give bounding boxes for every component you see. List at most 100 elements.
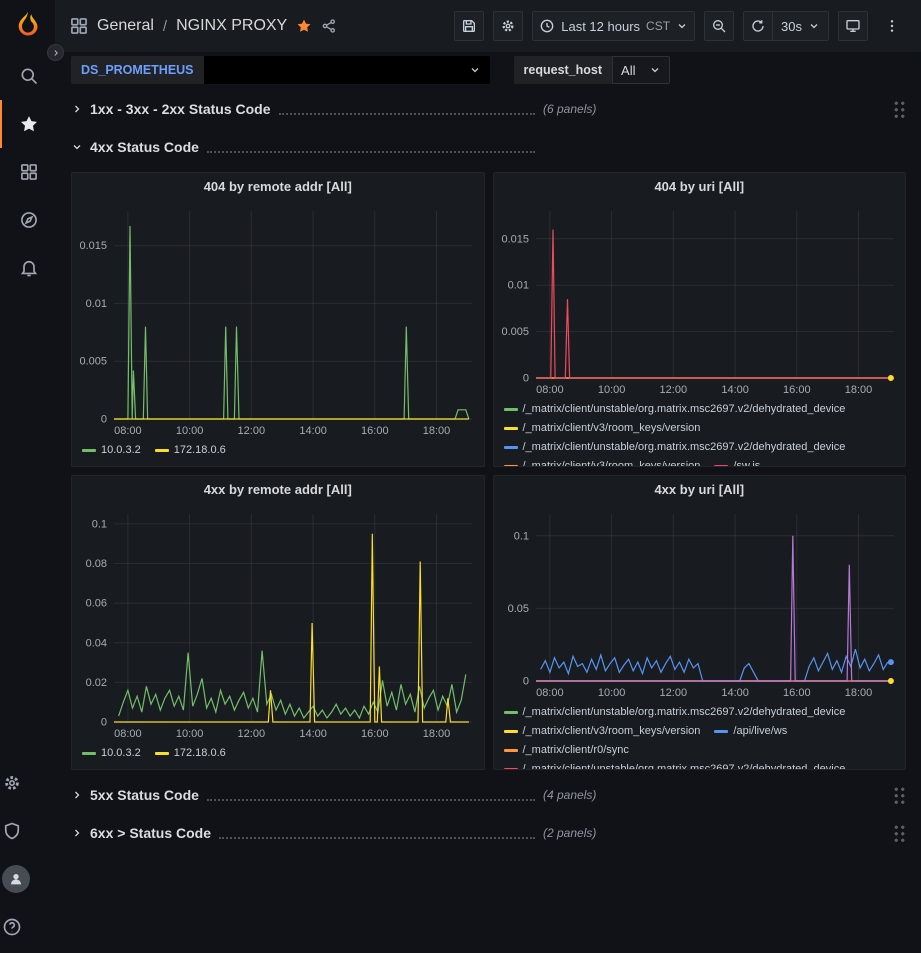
refresh-interval-dropdown[interactable]: 30s	[773, 11, 829, 41]
svg-text:0: 0	[101, 414, 107, 426]
cycle-view-mode-button[interactable]	[838, 11, 868, 41]
svg-text:0.05: 0.05	[507, 603, 528, 615]
row-drag-handle[interactable]	[893, 786, 906, 805]
legend-item[interactable]: /_matrix/client/r0/sync	[504, 742, 629, 759]
dashboard-settings-button[interactable]	[493, 11, 523, 41]
chart-plot-area[interactable]: 00.0050.010.01508:0010:0012:0014:0016:00…	[72, 201, 484, 439]
sidebar-item-explore[interactable]	[0, 196, 55, 244]
time-range-picker[interactable]: Last 12 hours CST	[532, 11, 695, 41]
svg-text:12:00: 12:00	[659, 384, 687, 396]
kebab-icon	[884, 18, 900, 34]
leader-dots	[279, 104, 535, 115]
chart-canvas: 00.0050.010.01508:0010:0012:0014:0016:00…	[494, 201, 906, 398]
row-5xx-status-code[interactable]: 5xx Status Code (4 panels)	[71, 782, 906, 808]
legend-item[interactable]: /_matrix/client/v3/room_keys/version	[504, 420, 701, 437]
avatar	[2, 865, 30, 893]
save-dashboard-button[interactable]	[454, 11, 484, 41]
panel-404-by-remote-addr: 404 by remote addr [All] 00.0050.010.015…	[71, 172, 485, 467]
svg-text:0.04: 0.04	[86, 637, 107, 649]
breadcrumb-folder[interactable]: General	[97, 17, 154, 35]
panel-4xx-by-remote-addr: 4xx by remote addr [All] 00.020.040.060.…	[71, 475, 485, 770]
svg-text:0.1: 0.1	[513, 530, 528, 542]
chart-plot-area[interactable]: 00.050.108:0010:0012:0014:0016:0018:00	[494, 504, 906, 701]
datasource-variable-label[interactable]: DS_PROMETHEUS	[71, 56, 204, 84]
refresh-button[interactable]	[743, 11, 773, 41]
sidebar-bottom-group	[0, 759, 55, 953]
request-host-variable-label[interactable]: request_host	[514, 56, 613, 84]
legend-item[interactable]: /_matrix/client/v3/room_keys/version	[504, 458, 701, 466]
leader-dots	[207, 790, 535, 801]
sidebar-item-configuration[interactable]	[0, 759, 22, 807]
legend-item[interactable]: /sw.js	[714, 458, 760, 466]
chart-plot-area[interactable]: 00.0050.010.01508:0010:0012:0014:0016:00…	[494, 201, 906, 398]
favorite-star-icon[interactable]	[296, 18, 312, 34]
sidebar-item-server-admin[interactable]	[0, 807, 22, 855]
panel-title[interactable]: 404 by remote addr [All]	[72, 173, 484, 201]
apps-grid-icon	[19, 162, 39, 182]
legend-item[interactable]: /_matrix/client/unstable/org.matrix.msc2…	[504, 761, 846, 769]
legend-item[interactable]: 10.0.3.2	[82, 442, 141, 459]
svg-text:14:00: 14:00	[299, 425, 327, 437]
row-4xx-status-code[interactable]: 4xx Status Code	[71, 134, 906, 160]
svg-text:0.015: 0.015	[501, 233, 529, 245]
row-1xx-3xx-2xx-status-code[interactable]: 1xx - 3xx - 2xx Status Code (6 panels)	[71, 96, 906, 122]
row-6xx-status-code[interactable]: 6xx > Status Code (2 panels)	[71, 820, 906, 846]
grafana-logo[interactable]	[0, 0, 55, 52]
panel-404-by-uri: 404 by uri [All] 00.0050.010.01508:0010:…	[493, 172, 907, 467]
sidebar-expand-button[interactable]	[47, 44, 64, 61]
series-label: /_matrix/client/v3/room_keys/version	[523, 723, 701, 740]
legend-item[interactable]: /_matrix/client/unstable/org.matrix.msc2…	[504, 439, 846, 456]
shield-icon	[2, 821, 22, 841]
share-dashboard-button[interactable]	[321, 18, 337, 34]
request-host-select[interactable]: All	[612, 56, 670, 84]
legend-item[interactable]: /api/live/ws	[714, 723, 787, 740]
question-circle-icon	[2, 917, 22, 937]
dashboard-area: 1xx - 3xx - 2xx Status Code (6 panels) 4…	[55, 88, 921, 953]
zoom-out-time-button[interactable]	[704, 11, 734, 41]
series-color-dash	[714, 730, 728, 733]
chevron-down-icon	[676, 20, 688, 32]
svg-text:08:00: 08:00	[114, 425, 142, 437]
legend-item[interactable]: /_matrix/client/unstable/org.matrix.msc2…	[504, 704, 846, 721]
chevron-right-icon	[71, 827, 83, 839]
chevron-right-icon	[71, 103, 83, 115]
sidebar-item-search[interactable]	[0, 52, 55, 100]
series-color-dash	[504, 465, 518, 466]
row-panel-count: (6 panels)	[543, 102, 596, 116]
leader-dots	[219, 828, 535, 839]
legend-item[interactable]: /_matrix/client/v3/room_keys/version	[504, 723, 701, 740]
legend-item[interactable]: 172.18.0.6	[155, 745, 226, 762]
series-color-dash	[82, 752, 96, 755]
row-drag-handle[interactable]	[893, 824, 906, 843]
svg-text:10:00: 10:00	[176, 728, 204, 740]
timezone-label: CST	[646, 19, 670, 33]
legend-item[interactable]: 10.0.3.2	[82, 745, 141, 762]
panel-title[interactable]: 4xx by remote addr [All]	[72, 476, 484, 504]
panel-title[interactable]: 404 by uri [All]	[494, 173, 906, 201]
legend-item[interactable]: 172.18.0.6	[155, 442, 226, 459]
sidebar-item-help[interactable]	[0, 903, 22, 951]
sidebar-item-dashboards[interactable]	[0, 148, 55, 196]
svg-text:14:00: 14:00	[721, 384, 749, 396]
sidebar-item-alerting[interactable]	[0, 244, 55, 292]
datasource-select[interactable]	[204, 56, 490, 84]
row-title: 4xx Status Code	[90, 139, 199, 155]
chevron-right-icon	[71, 789, 83, 801]
chart-canvas: 00.020.040.060.080.108:0010:0012:0014:00…	[72, 504, 484, 742]
legend-item[interactable]: /_matrix/client/unstable/org.matrix.msc2…	[504, 401, 846, 418]
refresh-icon	[750, 18, 766, 34]
svg-text:0: 0	[522, 676, 528, 688]
apps-grid-icon	[69, 16, 89, 36]
page-title[interactable]: NGINX PROXY	[176, 17, 287, 35]
sidebar-item-profile[interactable]	[0, 855, 30, 903]
chart-plot-area[interactable]: 00.020.040.060.080.108:0010:0012:0014:00…	[72, 504, 484, 742]
compass-icon	[19, 210, 39, 230]
row-drag-handle[interactable]	[893, 100, 906, 119]
svg-text:14:00: 14:00	[721, 687, 749, 699]
chart-canvas: 00.0050.010.01508:0010:0012:0014:0016:00…	[72, 201, 484, 439]
panel-title[interactable]: 4xx by uri [All]	[494, 476, 906, 504]
row-title: 1xx - 3xx - 2xx Status Code	[90, 101, 271, 117]
kebab-menu-button[interactable]	[877, 11, 907, 41]
sidebar-item-starred[interactable]	[0, 100, 55, 148]
panel-legend: 10.0.3.2 172.18.0.6	[72, 742, 484, 769]
